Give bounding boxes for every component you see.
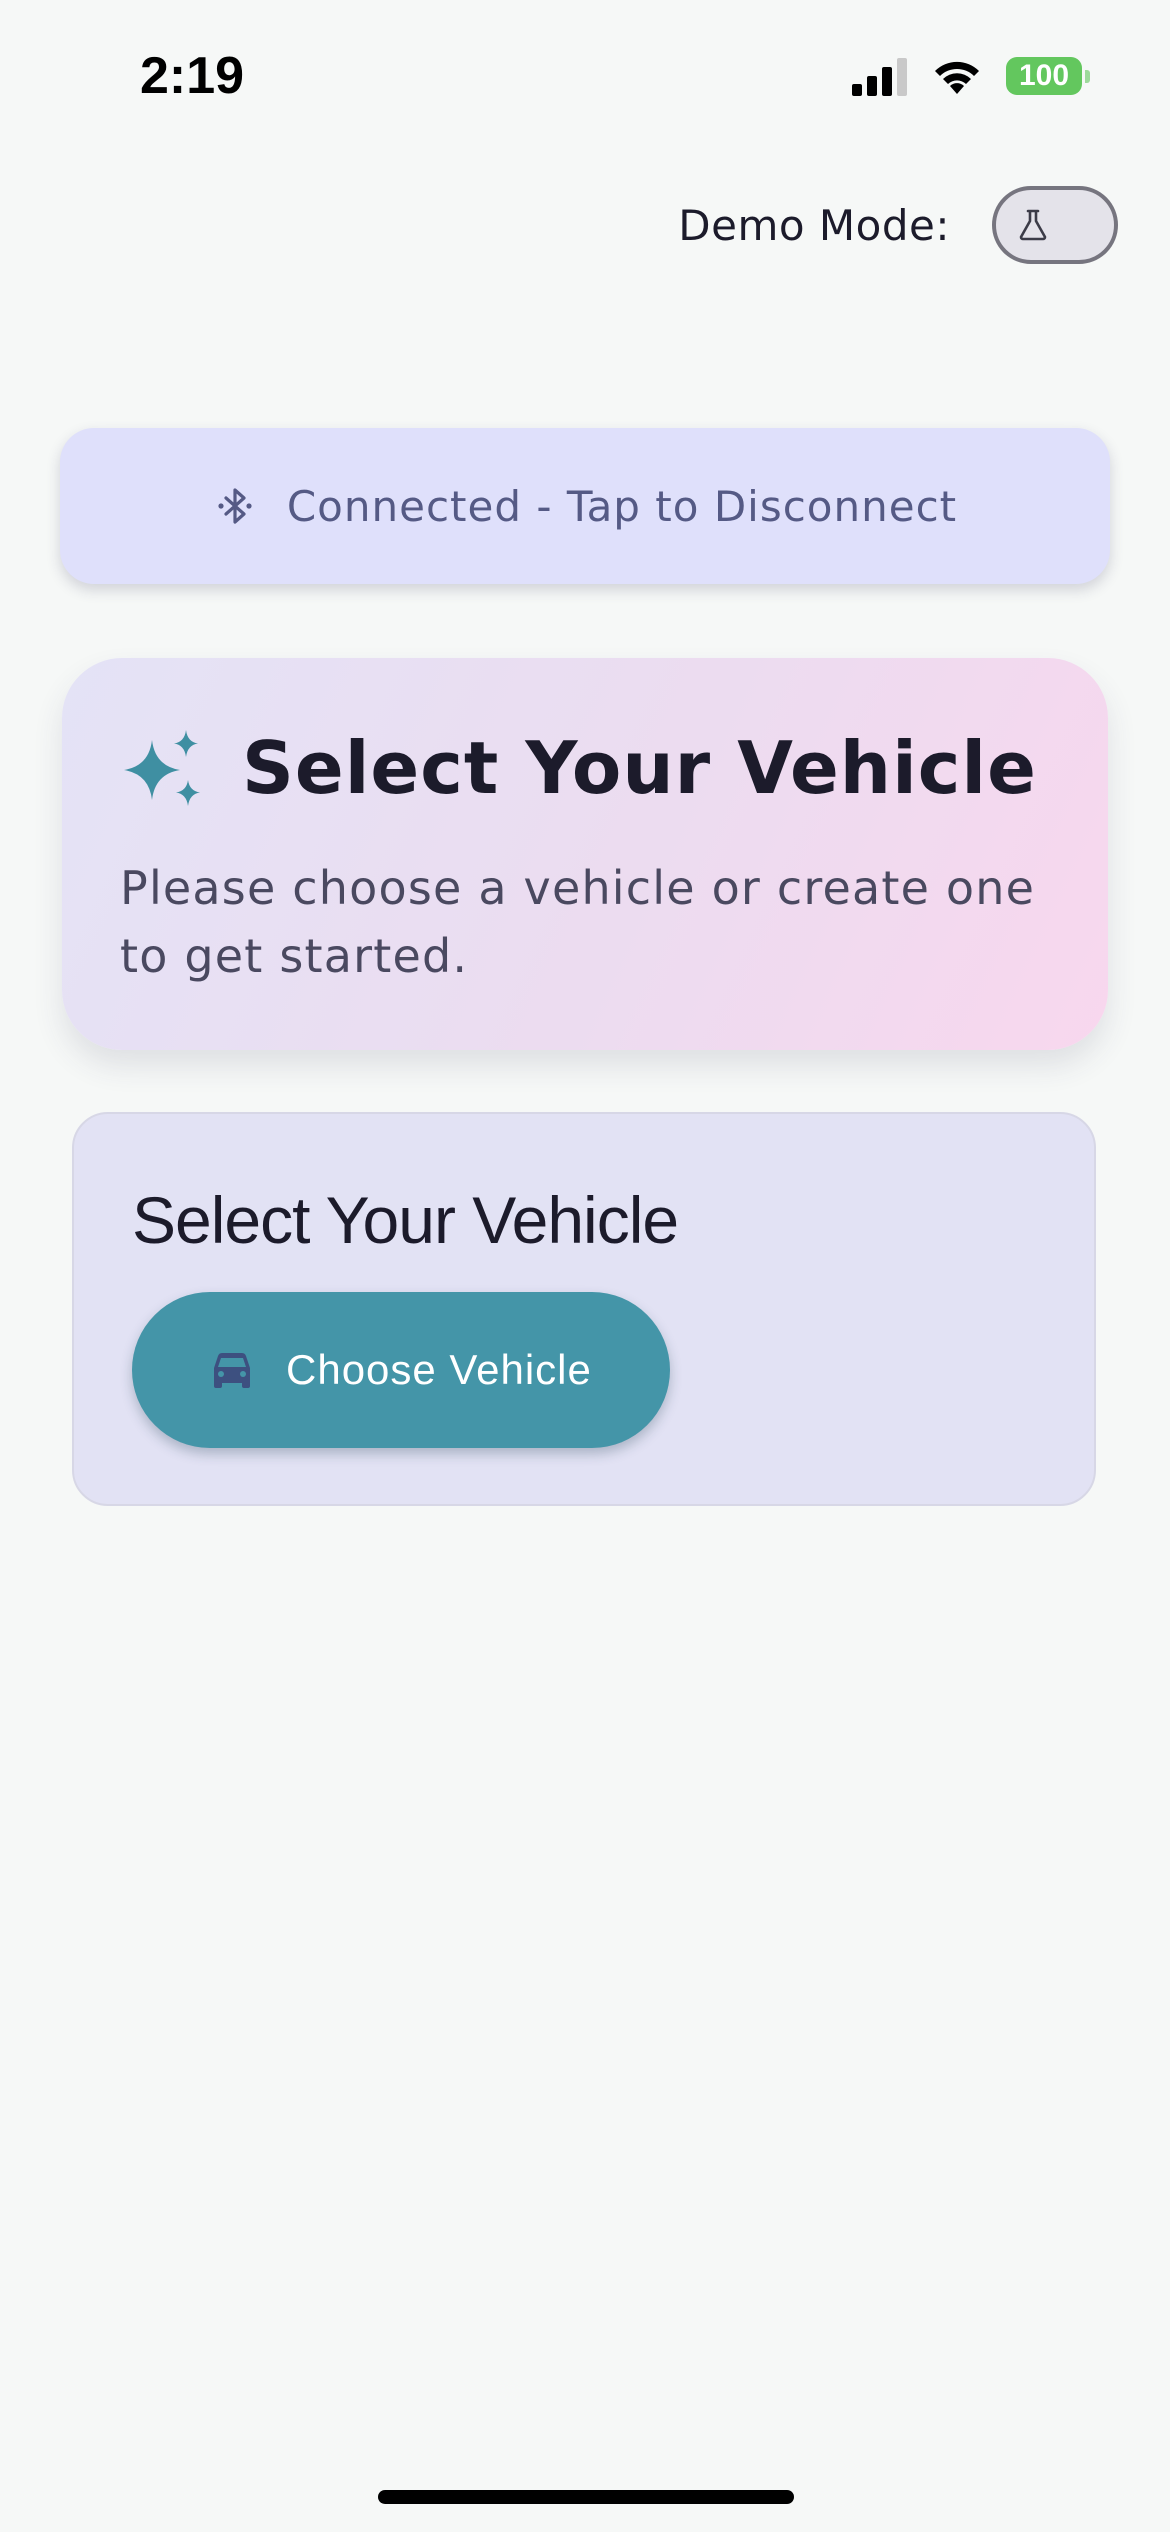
- vehicle-selector-title: Select Your Vehicle: [132, 1183, 679, 1257]
- vehicle-selector-card: Select Your Vehicle Choose Vehicle: [72, 1112, 1096, 1506]
- hero-subtitle: Please choose a vehicle or create one to…: [120, 861, 1036, 983]
- demo-mode-toggle[interactable]: [992, 186, 1118, 264]
- status-icons: 100: [850, 52, 1090, 100]
- hero-card: Select Your Vehicle Please choose a vehi…: [62, 658, 1108, 1050]
- connection-banner[interactable]: Connected - Tap to Disconnect: [60, 428, 1110, 584]
- signal-icon: [852, 58, 907, 96]
- sparkle-icon: [124, 730, 200, 806]
- demo-mode-row: Demo Mode:: [678, 186, 1118, 264]
- choose-vehicle-button[interactable]: Choose Vehicle: [132, 1292, 670, 1448]
- battery-level: 100: [1006, 57, 1082, 95]
- home-indicator[interactable]: [378, 2490, 794, 2504]
- car-icon: [214, 1353, 250, 1388]
- status-time: 2:19: [140, 47, 245, 105]
- wifi-icon: [935, 61, 979, 94]
- choose-vehicle-label: Choose Vehicle: [286, 1346, 592, 1393]
- connection-status-text: Connected - Tap to Disconnect: [286, 481, 958, 531]
- battery-cap: [1085, 69, 1090, 83]
- flask-icon: [1019, 209, 1047, 241]
- demo-mode-label: Demo Mode:: [678, 200, 950, 250]
- bluetooth-icon: [218, 488, 252, 524]
- battery-icon: 100: [1006, 57, 1090, 95]
- hero-title: Select Your Vehicle: [242, 726, 1037, 810]
